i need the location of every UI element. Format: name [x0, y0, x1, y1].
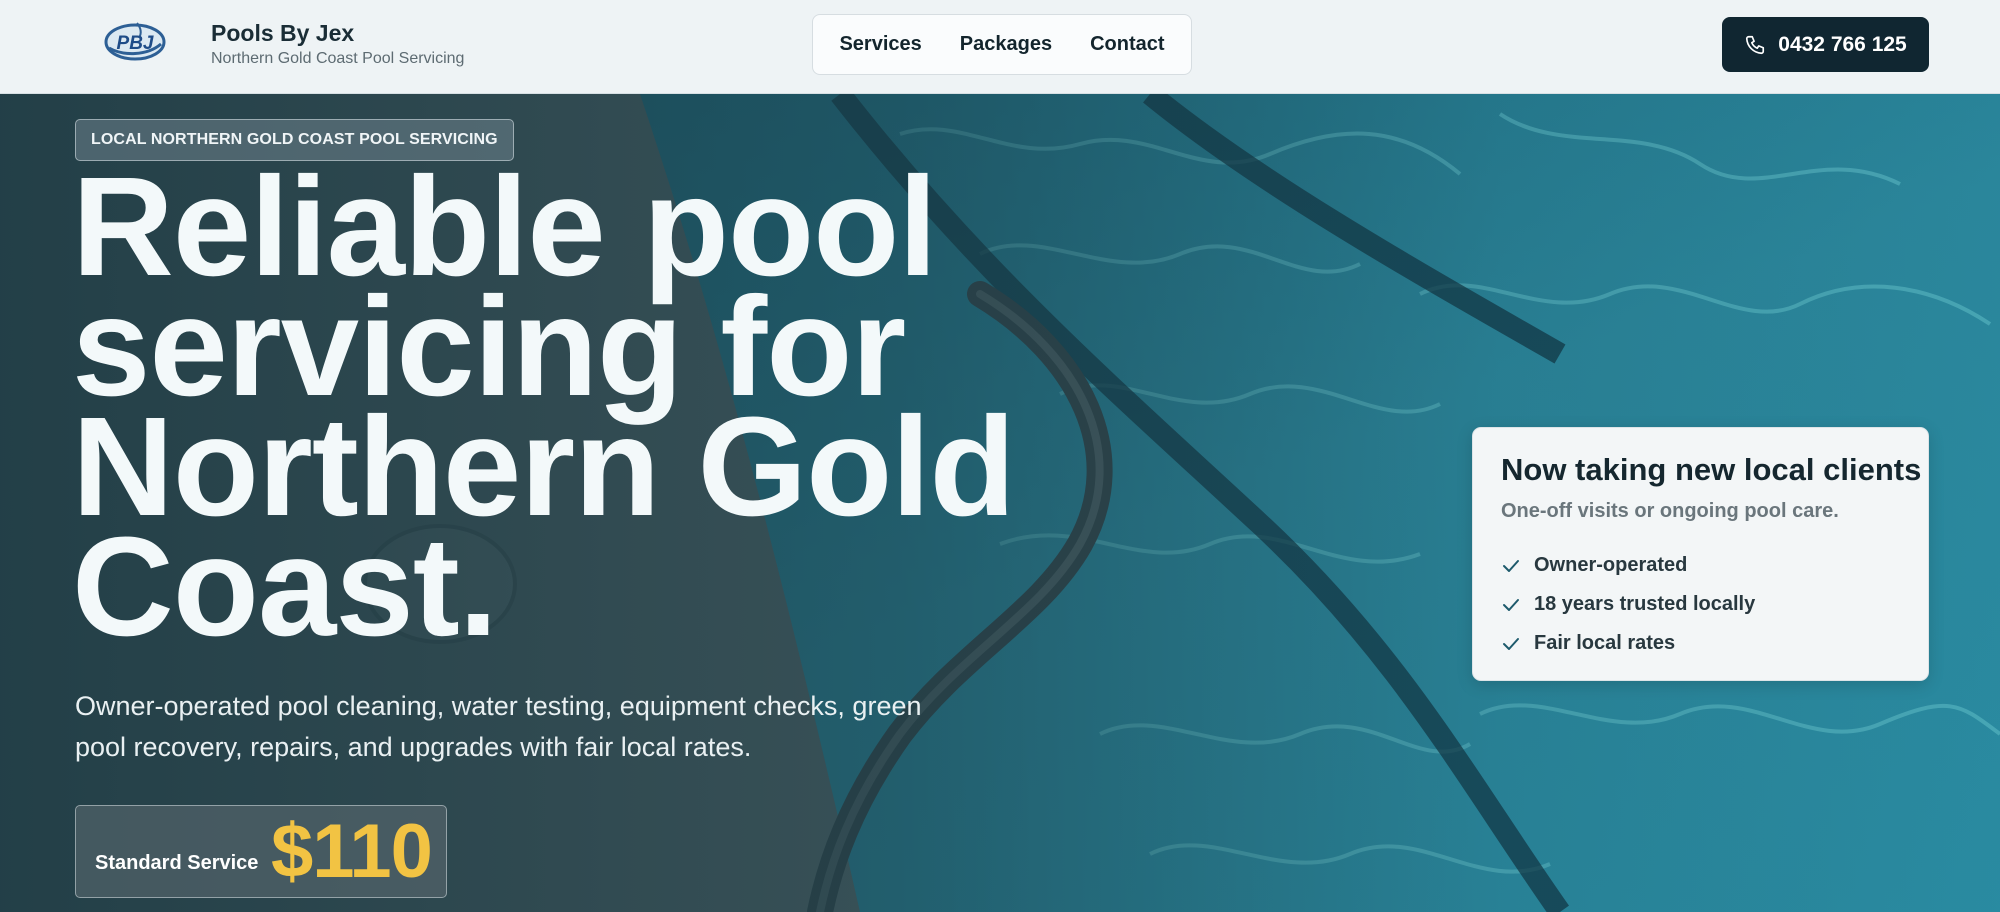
hero-headline: Reliable pool servicing for Northern Gol… [72, 156, 1072, 657]
clients-card-title: Now taking new local clients [1501, 452, 1922, 487]
nav-services[interactable]: Services [839, 33, 921, 56]
new-clients-card: Now taking new local clients One-off vis… [1472, 427, 1929, 681]
check-icon [1503, 559, 1519, 572]
nav-contact[interactable]: Contact [1090, 33, 1164, 56]
brand-subtitle: Northern Gold Coast Pool Servicing [211, 50, 465, 67]
phone-icon [1746, 35, 1765, 54]
nav-packages[interactable]: Packages [960, 33, 1052, 56]
feature-label: Owner-operated [1534, 554, 1688, 576]
price-label: Standard Service [95, 852, 259, 874]
main-nav: Services Packages Contact [812, 14, 1192, 75]
brand-title: Pools By Jex [211, 20, 355, 46]
call-button[interactable]: 0432 766 125 [1722, 17, 1929, 72]
svg-text:PBJ: PBJ [117, 33, 154, 54]
hero-description: Owner-operated pool cleaning, water test… [75, 686, 955, 768]
feature-item: Fair local rates [1501, 624, 1755, 663]
clients-card-subtitle: One-off visits or ongoing pool care. [1501, 500, 1839, 522]
feature-item: Owner-operated [1501, 546, 1755, 585]
logo-mark: PBJ [104, 22, 166, 61]
price-value: $110 [271, 809, 433, 894]
hero-section: LOCAL NORTHERN GOLD COAST POOL SERVICING… [0, 94, 2000, 912]
pbj-logo[interactable]: PBJ [103, 20, 167, 62]
feature-label: 18 years trusted locally [1534, 593, 1756, 615]
site-header: PBJ Pools By Jex Northern Gold Coast Poo… [0, 0, 2000, 94]
description-line: Owner-operated pool cleaning, water test… [75, 691, 922, 721]
feature-label: Fair local rates [1534, 632, 1676, 654]
description-line: pool recovery, repairs, and upgrades wit… [75, 732, 752, 762]
check-icon [1503, 637, 1519, 650]
feature-item: 18 years trusted locally [1501, 585, 1755, 624]
standard-service-price-card: Standard Service $110 [75, 805, 447, 898]
phone-number: 0432 766 125 [1778, 32, 1907, 56]
feature-list: Owner-operated 18 years trusted locally … [1501, 546, 1755, 663]
check-icon [1503, 598, 1519, 611]
headline-line: Coast. [72, 507, 498, 665]
